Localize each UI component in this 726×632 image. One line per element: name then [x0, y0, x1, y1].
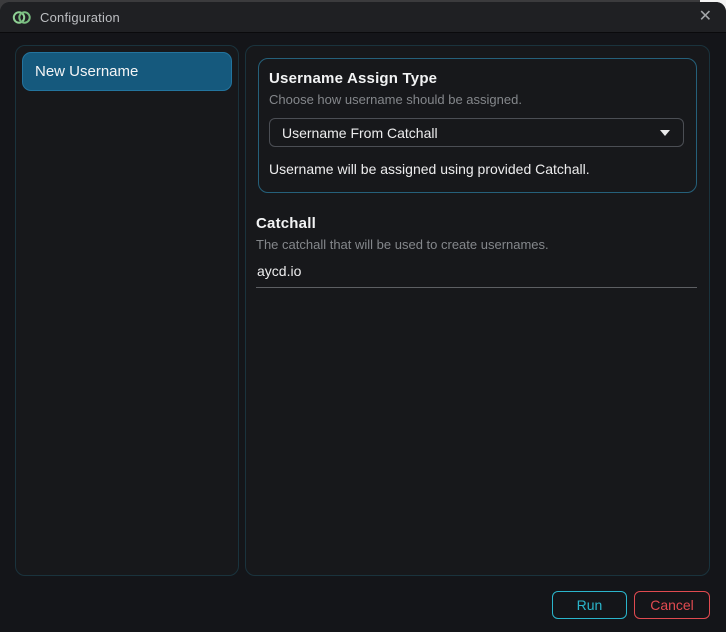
assign-type-title: Username Assign Type: [269, 70, 684, 87]
app-logo-icon: [12, 10, 32, 25]
sidebar-item-label: New Username: [35, 63, 138, 80]
catchall-input[interactable]: [256, 263, 697, 288]
username-assign-type-card: Username Assign Type Choose how username…: [258, 58, 697, 193]
assign-type-note: Username will be assigned using provided…: [269, 161, 684, 177]
catchall-title: Catchall: [256, 215, 697, 232]
run-button[interactable]: Run: [552, 591, 627, 619]
chevron-down-icon: [660, 130, 670, 136]
assign-type-dropdown[interactable]: Username From Catchall: [269, 118, 684, 147]
dialog-content: New Username Username Assign Type Choose…: [0, 33, 726, 631]
sidebar: New Username: [15, 45, 239, 576]
titlebar[interactable]: Configuration ✕: [0, 2, 726, 33]
window-title: Configuration: [40, 10, 120, 25]
assign-type-description: Choose how username should be assigned.: [269, 92, 684, 107]
catchall-section: Catchall The catchall that will be used …: [256, 215, 697, 288]
catchall-description: The catchall that will be used to create…: [256, 237, 697, 252]
close-icon[interactable]: ✕: [697, 9, 714, 25]
assign-type-selected-value: Username From Catchall: [282, 125, 438, 141]
settings-panel: Username Assign Type Choose how username…: [245, 45, 710, 576]
sidebar-item-new-username[interactable]: New Username: [22, 52, 232, 91]
cancel-button[interactable]: Cancel: [634, 591, 710, 619]
configuration-dialog: Configuration ✕ New Username Username As…: [0, 2, 726, 632]
